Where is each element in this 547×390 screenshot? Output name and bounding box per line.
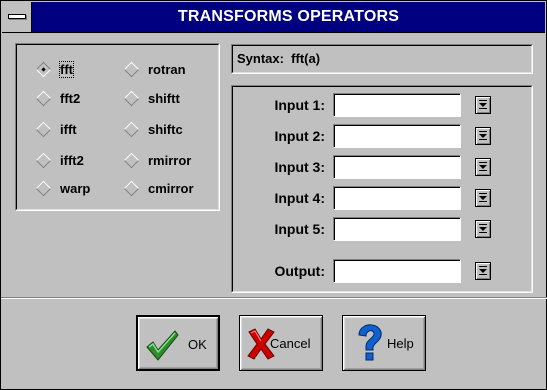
radio-label: ifft [60, 122, 77, 137]
arrow-down-icon [479, 131, 487, 140]
input-5-label: Input 5: [274, 221, 325, 237]
help-label: Help [387, 336, 414, 351]
radio-selected-icon [35, 61, 52, 78]
radio-icon [123, 121, 140, 138]
input-4-dropdown-button[interactable] [475, 189, 491, 207]
system-menu-button[interactable] [2, 2, 32, 32]
arrow-down-icon [479, 224, 487, 233]
radio-icon [123, 180, 140, 197]
input-4-field[interactable] [333, 186, 461, 210]
radio-label: shiftc [148, 122, 183, 137]
radio-icon [35, 90, 52, 107]
radio-label: ifft2 [60, 153, 84, 168]
input-4-label: Input 4: [274, 190, 325, 206]
radio-label: fft2 [60, 91, 81, 106]
output-label: Output: [274, 263, 325, 279]
system-menu-icon [8, 14, 26, 19]
input-1-label: Input 1: [274, 97, 325, 113]
radio-icon [123, 90, 140, 107]
window-title: TRANSFORMS OPERATORS [177, 8, 400, 25]
syntax-display: Syntax: fft(a) [231, 44, 533, 74]
title-bar: TRANSFORMS OPERATORS [2, 2, 545, 33]
radio-label: cmirror [148, 181, 194, 196]
radio-cmirror[interactable]: cmirror [122, 179, 194, 199]
radio-icon [35, 152, 52, 169]
output-dropdown-button[interactable] [475, 262, 491, 280]
radio-icon [123, 61, 140, 78]
output-field[interactable] [333, 259, 461, 283]
radio-icon [123, 152, 140, 169]
input-5-field[interactable] [333, 217, 461, 241]
radio-shiftt[interactable]: shiftt [122, 89, 180, 109]
syntax-text: Syntax: fft(a) [237, 51, 321, 66]
radio-rmirror[interactable]: rmirror [122, 151, 191, 171]
question-mark-icon [358, 324, 382, 361]
input-1-field[interactable] [333, 93, 461, 117]
radio-label: rmirror [148, 153, 192, 168]
radio-ifft2[interactable]: ifft2 [34, 151, 84, 171]
arrow-down-icon [479, 100, 487, 109]
radio-ifft[interactable]: ifft [34, 120, 77, 140]
cancel-label: Cancel [270, 336, 311, 351]
radio-icon [35, 121, 52, 138]
arrow-down-icon [479, 162, 487, 171]
radio-label: fft [59, 61, 74, 78]
ok-label: OK [188, 337, 207, 352]
input-3-field[interactable] [333, 155, 461, 179]
input-3-label: Input 3: [274, 159, 325, 175]
input-1-dropdown-button[interactable] [475, 96, 491, 114]
input-2-field[interactable] [333, 124, 461, 148]
radio-icon [35, 180, 52, 197]
radio-fft[interactable]: fft [34, 60, 74, 80]
input-5-dropdown-button[interactable] [475, 220, 491, 238]
radio-fft2[interactable]: fft2 [34, 89, 80, 109]
input-2-label: Input 2: [274, 128, 325, 144]
operators-group: fft fft2 ifft ifft2 warp rotran shiftt s… [15, 43, 220, 211]
arrow-down-icon [479, 266, 487, 275]
radio-label: rotran [148, 62, 186, 77]
transforms-dialog: TRANSFORMS OPERATORS fft fft2 ifft ifft2… [0, 0, 547, 390]
radio-warp[interactable]: warp [34, 179, 90, 199]
radio-label: shiftt [148, 91, 180, 106]
help-button[interactable]: Help [342, 315, 426, 371]
checkmark-icon [146, 330, 179, 361]
radio-rotran[interactable]: rotran [122, 60, 186, 80]
separator [1, 297, 547, 299]
arrow-down-icon [479, 193, 487, 202]
input-2-dropdown-button[interactable] [475, 127, 491, 145]
ok-button[interactable]: OK [136, 315, 220, 371]
radio-label: warp [60, 181, 91, 196]
input-3-dropdown-button[interactable] [475, 158, 491, 176]
radio-shiftc[interactable]: shiftc [122, 120, 183, 140]
cancel-button[interactable]: Cancel [239, 315, 323, 371]
